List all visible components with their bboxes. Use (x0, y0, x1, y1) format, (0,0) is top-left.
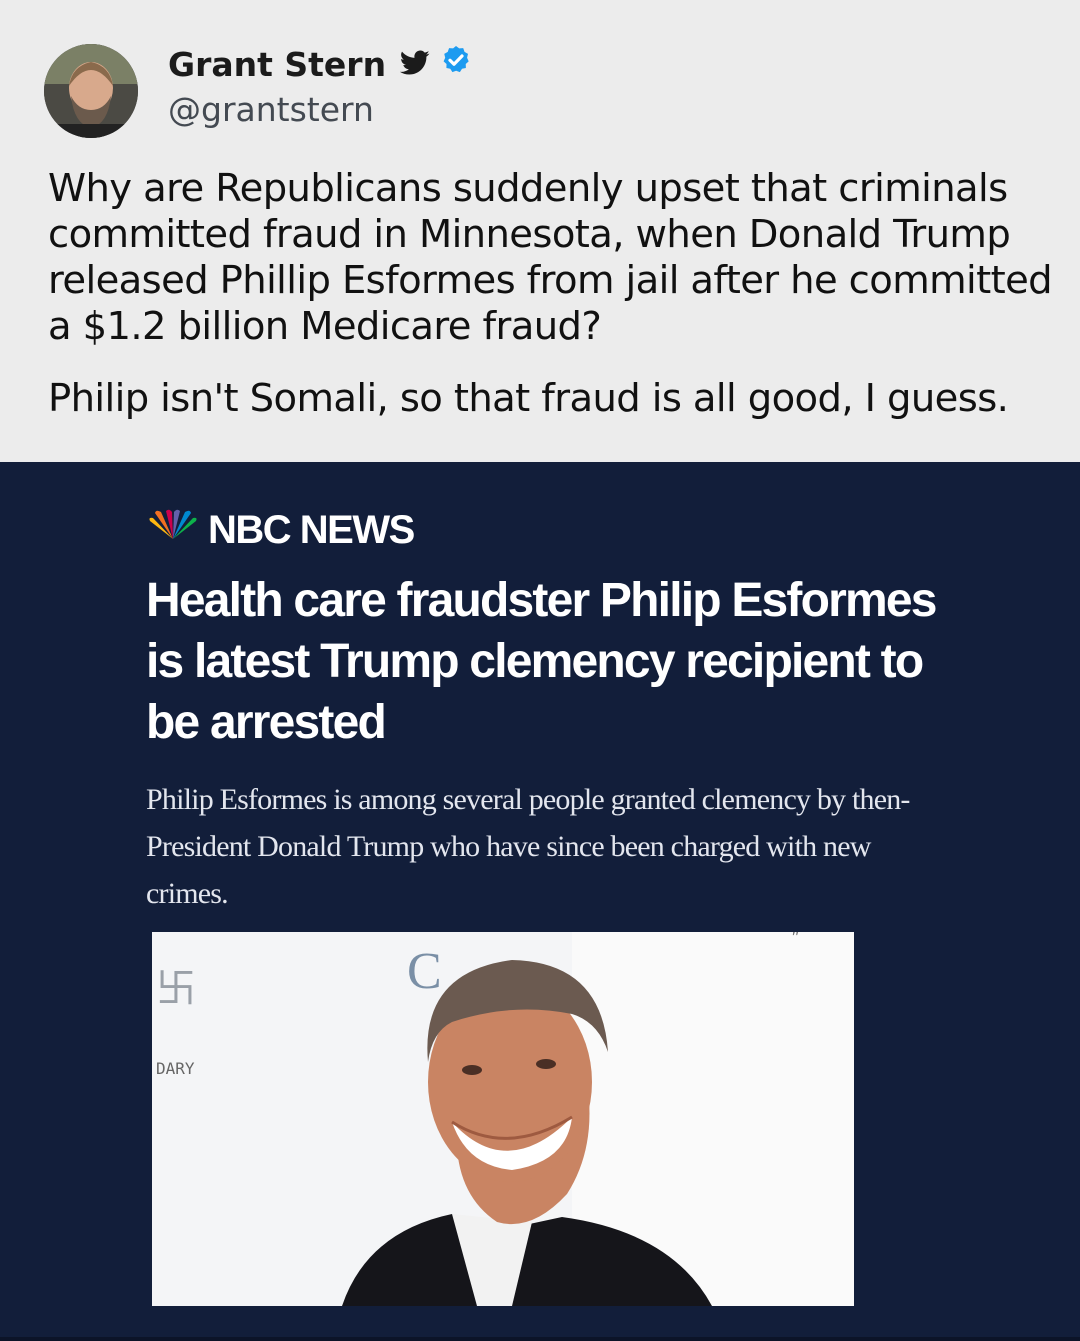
photo-backdrop-text: DARY (156, 1059, 195, 1078)
twitter-bird-icon (399, 45, 430, 84)
bottom-divider (0, 1337, 1080, 1341)
article-photo[interactable]: C 卐 ″ DARY (152, 932, 854, 1306)
nbc-peacock-icon (146, 508, 200, 553)
svg-text:C: C (407, 943, 442, 1000)
article-dek: Philip Esformes is among several people … (146, 783, 910, 910)
author-name-text: Grant Stern (168, 44, 387, 84)
author-name[interactable]: Grant Stern (168, 44, 472, 84)
source-label: NBC NEWS (208, 508, 415, 552)
tweet-text-paragraph-1: Why are Republicans suddenly upset that … (48, 166, 1053, 349)
verified-badge-icon (440, 44, 472, 84)
author-handle[interactable]: @grantstern (168, 90, 374, 129)
nbc-news-logo: NBC NEWS (146, 508, 415, 553)
svg-text:″: ″ (792, 932, 799, 949)
svg-text:卐: 卐 (156, 966, 196, 1011)
tweet-text-paragraph-2: Philip isn't Somali, so that fraud is al… (48, 376, 1009, 421)
article-headline[interactable]: Health care fraudster Philip Esformes is… (146, 570, 966, 753)
tweet-card: Grant Stern @grantstern Why are Republic… (0, 0, 1080, 462)
author-avatar[interactable] (44, 44, 138, 138)
article-card[interactable]: NBC NEWS Health care fraudster Philip Es… (0, 462, 1080, 1341)
